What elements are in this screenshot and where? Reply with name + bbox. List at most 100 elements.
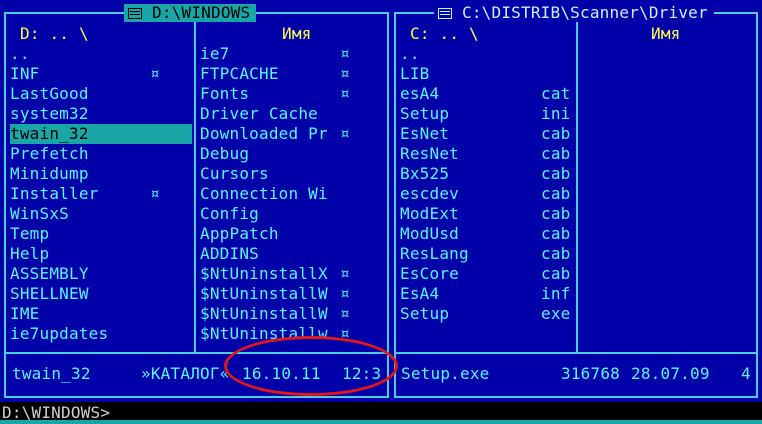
file-entry-name: Setup <box>400 104 450 123</box>
file-entry-name: .. <box>400 44 420 63</box>
file-entry[interactable]: ResLang cab <box>400 244 574 264</box>
file-entry[interactable]: system32 <box>10 104 192 124</box>
file-entry-name: ADDINS <box>200 244 259 263</box>
file-entry[interactable]: Connection Wi <box>200 184 386 204</box>
file-entry-name: $NtUninstallW <box>200 304 328 323</box>
file-entry[interactable]: AppPatch <box>200 224 386 244</box>
file-entry-name: ie7updates <box>10 324 109 343</box>
file-entry-name: WinSxS <box>10 204 69 223</box>
file-entry[interactable]: Downloaded Pr ¤ <box>200 124 386 144</box>
left-path-header: D: .. \ <box>20 24 89 43</box>
file-entry-name: esA4 <box>400 84 440 103</box>
file-entry[interactable]: Minidump <box>10 164 192 184</box>
file-entry-extension: cab <box>541 184 571 203</box>
file-entry-name: ResNet <box>400 144 459 163</box>
folder-attribute-mark: ¤ <box>340 284 350 303</box>
file-entry[interactable]: twain_32 <box>10 124 192 144</box>
left-name-header: Имя <box>282 24 312 43</box>
file-entry[interactable]: EsCore cab <box>400 264 574 284</box>
file-entry-name: EsNet <box>400 124 450 143</box>
file-entry-name: twain_32 <box>10 124 89 143</box>
file-entry[interactable]: .. <box>10 44 192 64</box>
left-file-column-1: .. INF ¤ LastGood system32 twain_32 Prefetch Mi… <box>10 44 192 344</box>
folder-attribute-mark: ¤ <box>340 124 350 143</box>
far-manager-screen: D:\WINDOWS D: .. \ Имя .. INF ¤ LastGood sys… <box>0 0 762 402</box>
file-entry[interactable]: IME <box>10 304 192 324</box>
file-entry[interactable]: ASSEMBLY <box>10 264 192 284</box>
file-entry-extension: exe <box>541 304 571 323</box>
file-entry-name: Connection Wi <box>200 184 328 203</box>
file-entry[interactable]: Temp <box>10 224 192 244</box>
file-entry-extension: cab <box>541 164 571 183</box>
file-entry[interactable]: ADDINS <box>200 244 386 264</box>
left-column-divider <box>194 14 196 352</box>
folder-attribute-mark: ¤ <box>340 304 350 323</box>
file-entry-name: Cursors <box>200 164 269 183</box>
file-entry-name: FTPCACHE <box>200 64 279 83</box>
file-entry[interactable]: Debug <box>200 144 386 164</box>
file-entry-extension: cab <box>541 224 571 243</box>
file-entry[interactable]: esA4 cat <box>400 84 574 104</box>
file-entry-name: AppPatch <box>200 224 279 243</box>
file-entry-extension: inf <box>541 284 571 303</box>
right-name-header: Имя <box>651 24 681 43</box>
file-entry[interactable]: WinSxS <box>10 204 192 224</box>
file-entry[interactable]: Prefetch <box>10 144 192 164</box>
file-entry[interactable]: Help <box>10 244 192 264</box>
file-entry-name: $NtUninstallX <box>200 264 328 283</box>
file-entry[interactable]: Driver Cache <box>200 104 386 124</box>
file-entry[interactable]: escdev cab <box>400 184 574 204</box>
file-entry-name: Bx525 <box>400 164 450 183</box>
file-entry[interactable]: .. <box>400 44 574 64</box>
file-entry[interactable]: ie7updates <box>10 324 192 344</box>
left-file-column-2: ie7 ¤ FTPCACHE ¤ Fonts ¤ Driver Cache Downloade… <box>200 44 386 344</box>
file-entry-name: ModUsd <box>400 224 459 243</box>
file-entry-name: EsA4 <box>400 284 440 303</box>
folder-attribute-mark: ¤ <box>340 264 350 283</box>
file-entry[interactable]: EsA4 inf <box>400 284 574 304</box>
file-entry[interactable]: Config <box>200 204 386 224</box>
panel-menu-icon[interactable] <box>128 7 142 19</box>
file-entry-name: system32 <box>10 104 89 123</box>
file-entry-name: Debug <box>200 144 250 163</box>
file-entry-name: LastGood <box>10 84 89 103</box>
file-entry-name: $NtUninstallW <box>200 284 328 303</box>
file-entry[interactable]: Bx525 cab <box>400 164 574 184</box>
left-status-type: »КАТАЛОГ« <box>141 364 230 383</box>
file-entry-extension: cab <box>541 144 571 163</box>
file-entry[interactable]: Installer ¤ <box>10 184 192 204</box>
folder-attribute-mark: ¤ <box>340 64 350 83</box>
file-entry[interactable]: EsNet cab <box>400 124 574 144</box>
file-entry[interactable]: LIB <box>400 64 574 84</box>
file-entry[interactable]: $NtUninstallX ¤ <box>200 264 386 284</box>
file-entry[interactable]: Cursors <box>200 164 386 184</box>
file-entry[interactable]: Setup ini <box>400 104 574 124</box>
file-entry-extension: cab <box>541 244 571 263</box>
file-entry[interactable]: Fonts ¤ <box>200 84 386 104</box>
file-entry[interactable]: INF ¤ <box>10 64 192 84</box>
left-panel-title[interactable]: D:\WINDOWS <box>124 3 257 22</box>
file-entry[interactable]: ModUsd cab <box>400 224 574 244</box>
file-entry[interactable]: SHELLNEW <box>10 284 192 304</box>
file-entry[interactable]: Setup exe <box>400 304 574 324</box>
file-entry-name: Downloaded Pr <box>200 124 328 143</box>
file-entry[interactable]: FTPCACHE ¤ <box>200 64 386 84</box>
file-entry[interactable]: ie7 ¤ <box>200 44 386 64</box>
file-entry-name: Minidump <box>10 164 89 183</box>
file-entry-name: escdev <box>400 184 459 203</box>
file-entry[interactable]: ModExt cab <box>400 204 574 224</box>
file-entry-extension: cab <box>541 124 571 143</box>
file-entry-name: Fonts <box>200 84 250 103</box>
right-panel-title[interactable]: C:\DISTRIB\Scanner\Driver <box>434 3 714 22</box>
file-entry[interactable]: LastGood <box>10 84 192 104</box>
folder-attribute-mark: ¤ <box>150 64 160 83</box>
file-entry[interactable]: ResNet cab <box>400 144 574 164</box>
file-entry-name: Driver Cache <box>200 104 318 123</box>
panel-menu-icon[interactable] <box>438 7 452 19</box>
file-entry[interactable]: $NtUninstallW ¤ <box>200 304 386 324</box>
file-entry-name: Help <box>10 244 50 263</box>
file-entry[interactable]: $NtUninstallW ¤ <box>200 284 386 304</box>
file-entry-name: Config <box>200 204 259 223</box>
function-key-bar <box>0 420 762 424</box>
right-status-time: 4 <box>741 364 751 383</box>
